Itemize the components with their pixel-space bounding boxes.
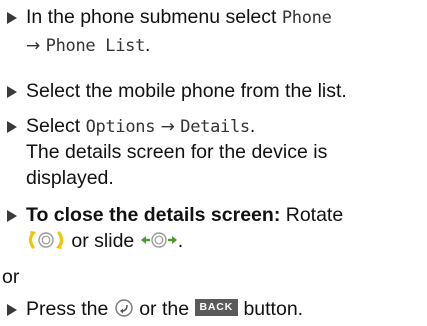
step-4-text2: or slide [66,230,140,252]
bullet-triangle-icon [7,86,17,98]
back-button-key: BACK [194,299,239,317]
step-3-result-line2: displayed. [26,167,114,189]
menu-arrow: → [26,36,41,56]
step-3-prefix: Select [26,115,86,137]
step-3-suffix: . [249,115,256,137]
menu-details: Details [180,117,250,137]
bullet-triangle-icon [7,210,17,222]
step-4-suffix: . [177,230,184,252]
menu-phone-list: Phone List [45,36,146,56]
step-1-prefix: In the phone submenu select [26,6,282,28]
menu-arrow: → [160,117,175,137]
step-4-text1: Rotate [280,204,344,226]
step-5-prefix: Press the [26,298,114,320]
bullet-triangle-icon [7,121,17,133]
close-details-heading: To close the details screen: [26,204,281,226]
step-5-middle: or the [133,298,195,320]
rotate-controller-icon [28,230,64,249]
bullet-triangle-icon [7,12,17,24]
slide-controller-icon [140,232,177,248]
step-2-text: Select the mobile phone from the list. [26,80,347,102]
menu-options: Options [85,117,156,137]
bullet-triangle-icon [7,304,17,316]
step-1-suffix: . [145,34,151,56]
or-text: or [2,266,20,288]
menu-phone: Phone [281,8,332,28]
step-5-suffix: button. [238,298,304,320]
back-circle-icon [115,299,133,317]
